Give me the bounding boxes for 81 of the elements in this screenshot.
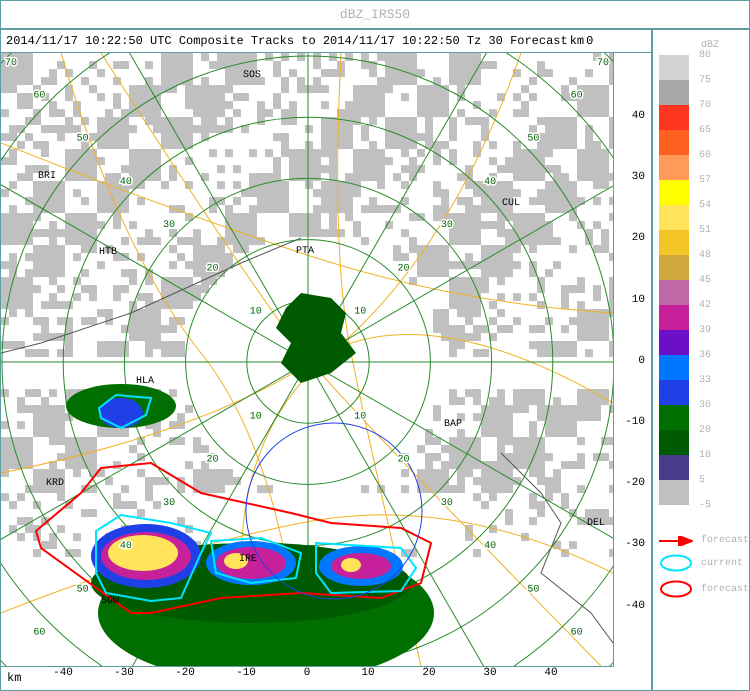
legend-label: 70 — [698, 100, 711, 112]
axis-tick-label: -30 — [625, 538, 645, 550]
ellipse-icon — [658, 554, 693, 572]
legend-label: 80 — [698, 50, 711, 62]
axis-tick-label: 30 — [482, 667, 498, 679]
axis-tick-label: -20 — [625, 477, 645, 490]
legend-label: current — [700, 558, 743, 568]
axis-unit: km — [570, 34, 584, 48]
axis-tick-label: 20 — [632, 232, 645, 244]
legend-title: dBZ — [700, 40, 719, 51]
axis-label: 0 — [586, 34, 594, 48]
ellipse-icon — [658, 580, 693, 598]
legend-label: 20 — [698, 425, 711, 437]
axis-tick-label: 10 — [632, 294, 645, 306]
legend-label: 48 — [698, 250, 711, 262]
station-label: KRD — [46, 478, 64, 489]
station-label: HTB — [99, 247, 118, 258]
legend-label: forecast — [700, 535, 749, 546]
legend-label: 5 — [698, 475, 705, 487]
axis-tick-label: -10 — [625, 416, 645, 428]
legend-label: 60 — [698, 150, 711, 162]
legend-label: 65 — [698, 125, 711, 137]
legend-label: 36 — [698, 350, 711, 362]
axis-tick-label: 20 — [421, 667, 437, 679]
station-label: CUL — [502, 198, 520, 209]
window-title: dBZ_IRS50 — [340, 7, 410, 22]
axis-tick-label: -40 — [52, 667, 74, 679]
range-label: 40 — [484, 176, 496, 188]
station-label: BRI — [38, 171, 56, 182]
range-label: 10 — [250, 411, 262, 422]
axis-tick-label: -10 — [235, 667, 257, 679]
chart-title: 2014/11/17 10:22:50 UTC Composite Tracks to 2014/11/17 10:22:50 Tz 30 Forecast — [6, 34, 568, 48]
range-label: 50 — [76, 584, 89, 596]
range-label: 20 — [398, 263, 410, 274]
legend-label: 39 — [698, 325, 711, 337]
legend-label: 75 — [698, 75, 711, 87]
legend-label: 57 — [698, 175, 711, 187]
axis-tick-label: 40 — [543, 667, 559, 679]
axis-tick-label: 40 — [632, 110, 645, 122]
range-label: 20 — [206, 263, 218, 274]
range-label: 60 — [570, 628, 583, 639]
legend-label: 30 — [698, 400, 711, 412]
station-label: SOS — [243, 70, 262, 81]
range-label: 40 — [484, 541, 496, 552]
axis-unit: km — [7, 671, 22, 685]
axis-tick-label: -20 — [174, 667, 196, 679]
range-label: 60 — [33, 628, 46, 639]
axis-tick-label: 0 — [638, 354, 645, 367]
range-label: 50 — [527, 134, 540, 145]
axis-tick-label: 10 — [360, 667, 376, 679]
station-label: BAP — [444, 419, 462, 430]
legend-label: 10 — [698, 450, 711, 462]
range-label: 50 — [76, 134, 89, 145]
range-label: 20 — [206, 454, 218, 466]
legend-label: 51 — [698, 225, 711, 237]
axis-tick-label: -30 — [113, 667, 135, 679]
range-label: 60 — [570, 90, 583, 102]
range-label: 10 — [250, 306, 262, 318]
range-label: 40 — [120, 541, 132, 552]
legend-label: 45 — [698, 275, 711, 287]
range-label: 30 — [440, 220, 453, 232]
axis-tick-label: 0 — [302, 667, 312, 679]
station-label: DEL — [587, 518, 606, 529]
axis-tick-label: -40 — [625, 600, 645, 612]
arrow-icon — [658, 536, 693, 546]
legend-label: forecast — [700, 584, 749, 594]
legend-label: 54 — [698, 200, 711, 212]
range-label: 30 — [163, 220, 176, 232]
legend-label: 42 — [698, 300, 711, 312]
range-label: 10 — [354, 306, 366, 318]
range-label: 50 — [527, 584, 540, 596]
range-label: 30 — [440, 498, 453, 509]
range-label: 40 — [120, 176, 132, 188]
range-label: 60 — [33, 90, 46, 102]
legend-label: -5 — [698, 500, 711, 512]
range-label: 70 — [597, 58, 609, 69]
axis-tick-label: 30 — [632, 171, 645, 184]
station-label: HLA — [136, 376, 154, 387]
range-label: 70 — [5, 58, 17, 69]
legend-label: 33 — [698, 375, 711, 387]
range-label: 30 — [163, 498, 176, 509]
